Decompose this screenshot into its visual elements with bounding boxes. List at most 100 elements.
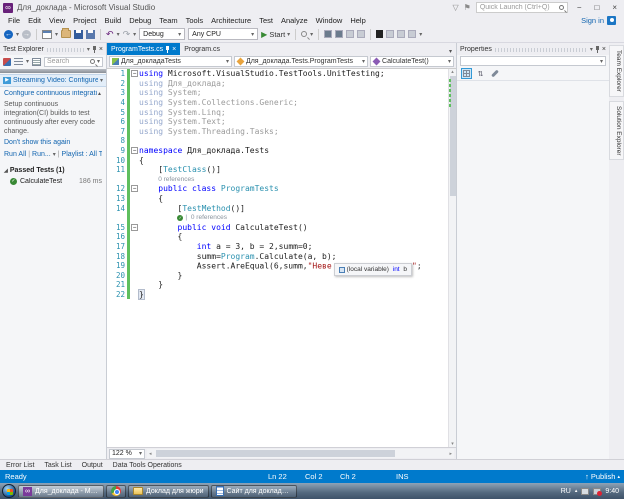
streaming-video-banner[interactable]: ▶ Streaming Video: Configure co ▾ — [0, 74, 106, 87]
fold-collapse-icon[interactable]: − — [131, 147, 138, 154]
clear-bookmarks-icon[interactable] — [408, 30, 416, 38]
type-dropdown[interactable]: Для_доклада.Tests.ProgramTests ▾ — [234, 56, 368, 67]
start-debug-button[interactable]: ▶ Start ▾ — [261, 30, 290, 39]
redo-icon[interactable]: ↷ — [123, 29, 131, 40]
codelens-references[interactable]: ✓| 0 references — [139, 214, 448, 221]
bottom-tab-data-tools-operations[interactable]: Data Tools Operations — [113, 462, 182, 469]
test-explorer-menu-dropdown[interactable]: ▾ — [87, 46, 90, 53]
fold-collapse-icon[interactable]: − — [131, 185, 138, 192]
menu-help[interactable]: Help — [346, 16, 369, 25]
test-explorer-close-icon[interactable]: × — [99, 46, 103, 53]
tablist-dropdown[interactable]: ▾ — [445, 48, 456, 55]
hscrollbar-thumb[interactable] — [156, 450, 395, 457]
navigate-forward-button[interactable]: → — [22, 30, 31, 39]
menu-file[interactable]: File — [4, 16, 24, 25]
code-editor[interactable]: 1−using Microsoft.VisualStudio.TestTools… — [107, 69, 448, 447]
run-link-1[interactable]: Run... — [32, 151, 51, 158]
horizontal-scrollbar[interactable]: ◂ ▸ — [147, 449, 454, 458]
solution-configurations-dropdown[interactable]: Debug ▾ — [139, 28, 185, 40]
vertical-scrollbar[interactable]: ▴ ▾ — [448, 69, 456, 447]
codelens-references[interactable]: 0 references — [139, 176, 448, 183]
object-selector-dropdown[interactable]: ▾ — [460, 56, 606, 66]
bookmark-icon[interactable] — [376, 30, 383, 38]
side-tab-team-explorer[interactable]: Team Explorer — [609, 45, 624, 97]
navigate-back-dropdown[interactable]: ▾ — [16, 31, 19, 38]
prev-bookmark-icon[interactable] — [386, 30, 394, 38]
action-center-icon[interactable] — [593, 488, 601, 495]
pin-icon[interactable] — [596, 46, 599, 53]
menu-build[interactable]: Build — [101, 16, 126, 25]
debug-tests-icon[interactable] — [335, 30, 343, 38]
configure-ci-link[interactable]: Configure continuous integration — [4, 90, 97, 97]
taskbar-button-1[interactable] — [106, 485, 126, 498]
open-file-icon[interactable] — [61, 30, 71, 38]
new-project-icon[interactable] — [42, 30, 52, 39]
pin-icon[interactable] — [166, 46, 169, 53]
taskbar-button-3[interactable]: Сайт для доклада п... — [211, 485, 297, 498]
save-all-icon[interactable] — [86, 30, 95, 39]
sign-in-avatar-icon[interactable] — [607, 16, 616, 25]
find-dropdown[interactable]: ▾ — [310, 31, 313, 38]
minimize-button[interactable]: − — [573, 3, 586, 12]
alphabetical-view-button[interactable]: ⇅ — [475, 68, 486, 79]
tab-programtests-cs[interactable]: ProgramTests.cs× — [107, 43, 180, 55]
menu-analyze[interactable]: Analyze — [277, 16, 312, 25]
categorized-view-button[interactable] — [461, 68, 472, 79]
tab-program-cs[interactable]: Program.cs — [180, 43, 224, 55]
step-over-icon[interactable] — [346, 30, 354, 38]
bottom-tab-task-list[interactable]: Task List — [44, 462, 71, 469]
find-in-files-icon[interactable] — [301, 31, 307, 37]
bottom-tab-error-list[interactable]: Error List — [6, 462, 34, 469]
undo-dropdown[interactable]: ▾ — [117, 31, 120, 38]
playlist-icon[interactable] — [32, 58, 41, 66]
notifications-funnel-icon[interactable]: ▽ — [452, 3, 458, 13]
undo-icon[interactable]: ↶ — [106, 29, 114, 40]
run-tests-after-build-icon[interactable] — [3, 58, 11, 66]
passed-tests-group[interactable]: ◢ Passed Tests (1) — [4, 167, 102, 174]
sign-in-button[interactable]: Sign in — [581, 16, 604, 25]
collapse-icon[interactable]: ▲ — [97, 91, 102, 97]
group-by-icon[interactable] — [14, 58, 23, 66]
zoom-dropdown[interactable]: 122 % ▾ — [109, 449, 145, 459]
restore-button[interactable]: □ — [590, 3, 603, 12]
dismiss-link[interactable]: Don't show this again — [4, 139, 102, 146]
menu-test[interactable]: Test — [255, 16, 277, 25]
close-button[interactable]: × — [608, 3, 621, 12]
menu-tools[interactable]: Tools — [182, 16, 208, 25]
step-into-icon[interactable] — [357, 30, 365, 38]
project-dropdown[interactable]: Для_докладаTests ▾ — [109, 56, 232, 67]
run-dropdown[interactable]: ▾ — [53, 151, 56, 158]
feedback-flag-icon[interactable]: ⚑ — [464, 3, 471, 13]
menu-edit[interactable]: Edit — [24, 16, 45, 25]
menu-debug[interactable]: Debug — [125, 16, 155, 25]
fold-collapse-icon[interactable]: − — [131, 224, 138, 231]
quick-launch-input[interactable]: Quick Launch (Ctrl+Q) — [476, 2, 568, 13]
test-row[interactable]: ✓CalculateTest186 ms — [4, 178, 102, 185]
menu-view[interactable]: View — [45, 16, 69, 25]
tab-close-icon[interactable]: × — [172, 46, 176, 53]
redo-dropdown[interactable]: ▾ — [133, 31, 136, 38]
next-bookmark-icon[interactable] — [397, 30, 405, 38]
run-link-0[interactable]: Run All — [4, 151, 26, 158]
navigate-back-button[interactable]: ← — [4, 30, 13, 39]
run-link-2[interactable]: Playlist : All Te — [62, 151, 102, 158]
start-button[interactable] — [2, 484, 16, 498]
tray-icon-1[interactable] — [581, 488, 589, 495]
property-pages-button[interactable] — [489, 68, 500, 79]
menu-architecture[interactable]: Architecture — [207, 16, 255, 25]
fold-collapse-icon[interactable]: − — [131, 70, 138, 77]
new-project-dropdown[interactable]: ▾ — [55, 31, 58, 38]
keyboard-layout[interactable]: RU — [561, 488, 571, 495]
save-icon[interactable] — [74, 30, 83, 39]
menu-project[interactable]: Project — [69, 16, 100, 25]
properties-menu-dropdown[interactable]: ▾ — [590, 46, 593, 53]
properties-close-icon[interactable]: × — [602, 46, 606, 53]
run-tests-icon[interactable] — [324, 30, 332, 38]
side-tab-solution-explorer[interactable]: Solution Explorer — [609, 101, 624, 161]
toolbar-overflow-dropdown[interactable]: ▾ — [419, 31, 422, 38]
solution-platforms-dropdown[interactable]: Any CPU ▾ — [188, 28, 258, 40]
menu-team[interactable]: Team — [155, 16, 181, 25]
member-dropdown[interactable]: CalculateTest() ▾ — [370, 56, 454, 67]
pin-icon[interactable] — [93, 46, 96, 53]
menu-window[interactable]: Window — [312, 16, 347, 25]
